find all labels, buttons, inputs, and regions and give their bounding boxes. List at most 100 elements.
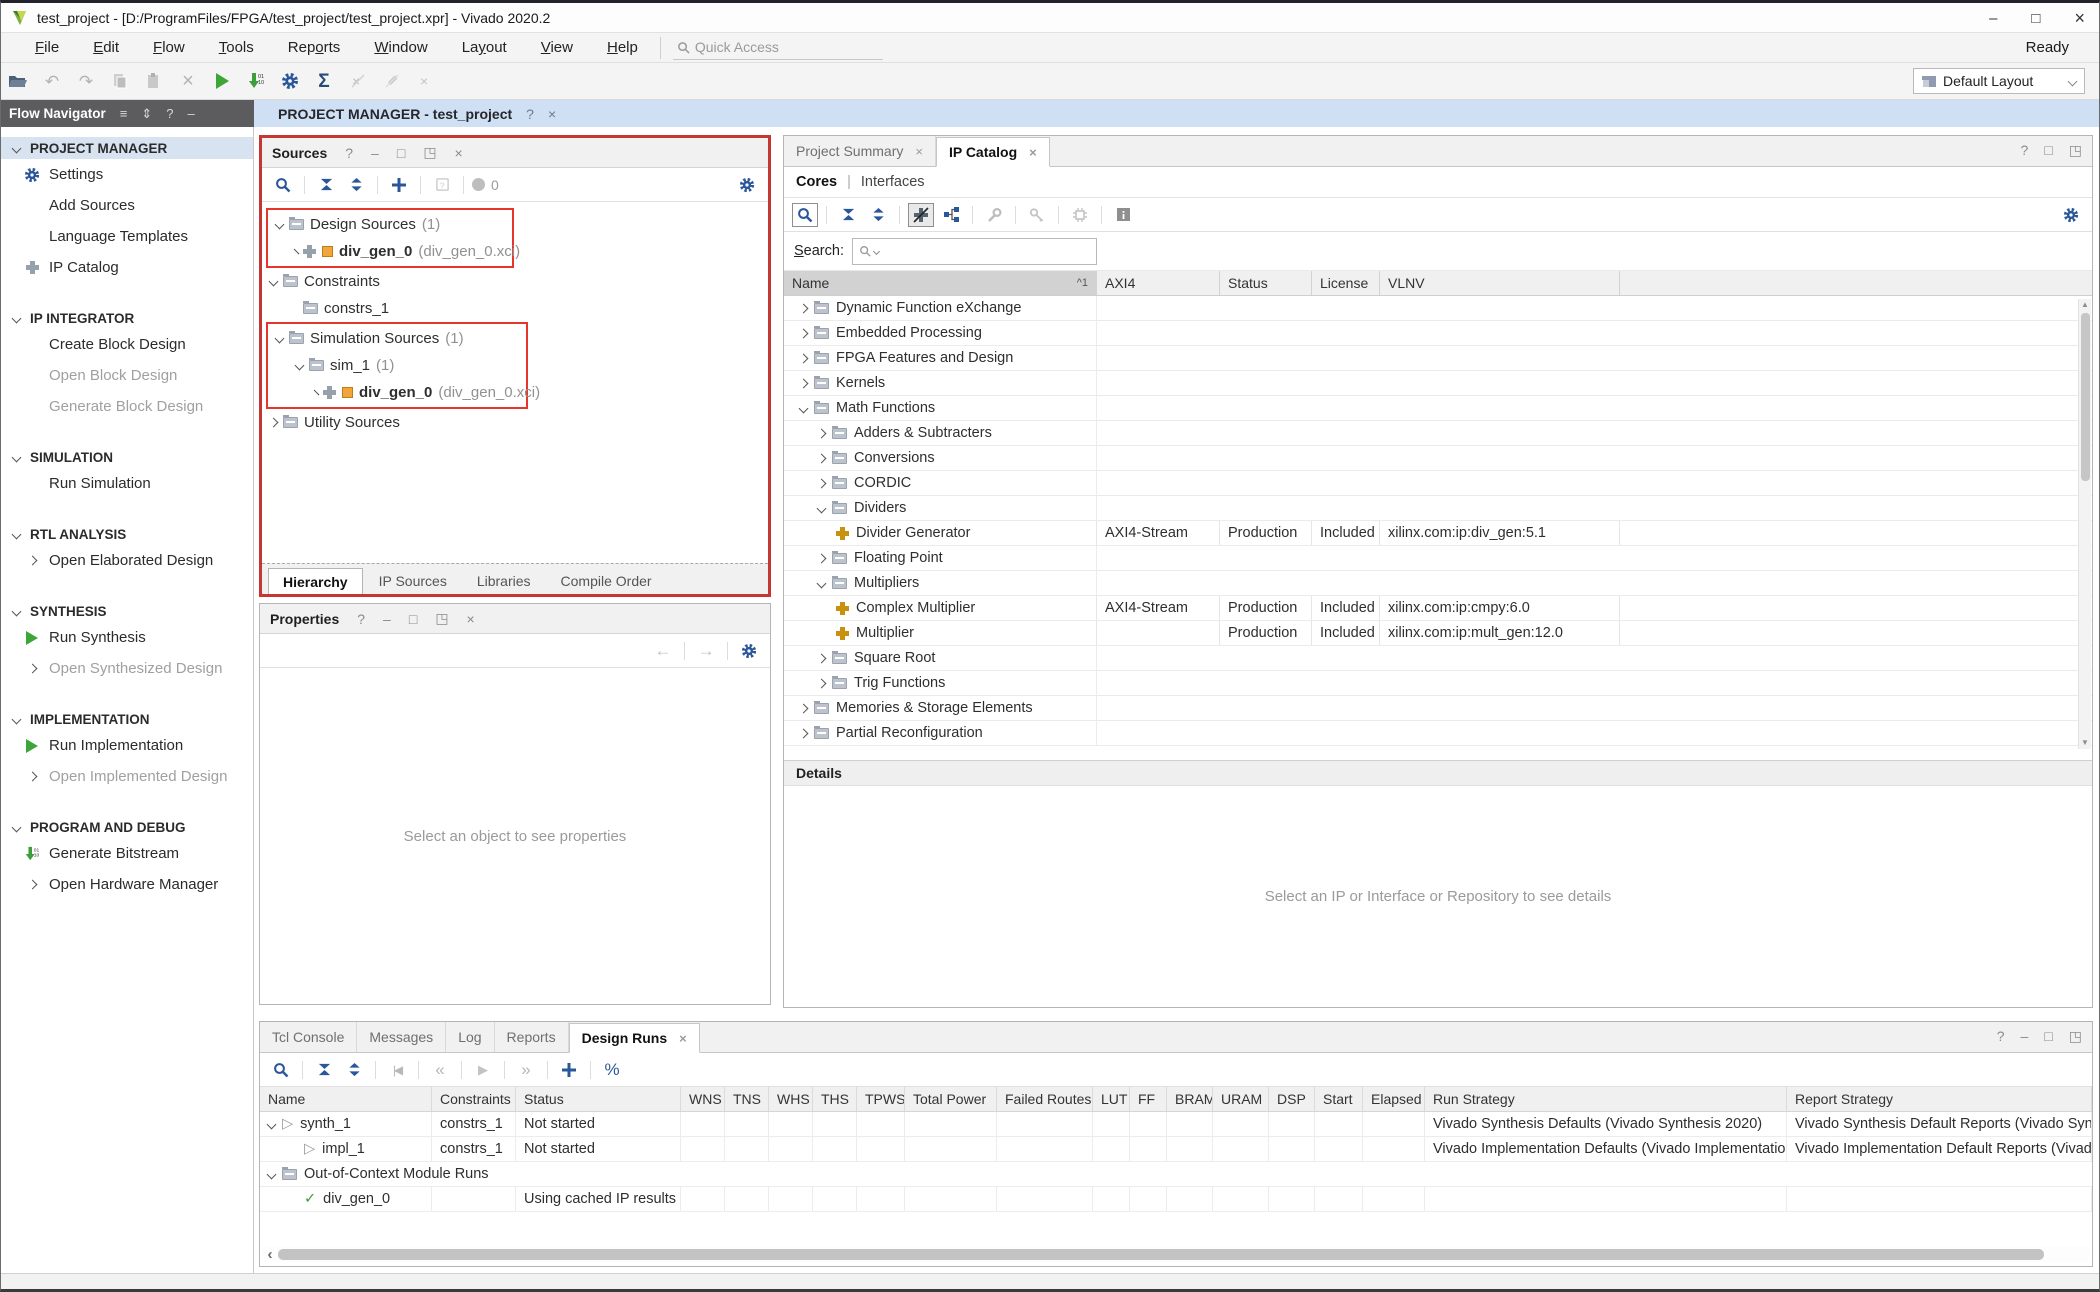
column-header-total-power[interactable]: Total Power bbox=[905, 1087, 997, 1111]
settings-gear-icon[interactable] bbox=[273, 67, 307, 95]
ip-row-multiplier[interactable]: MultiplierProductionIncludedxilinx.com:i… bbox=[784, 621, 2092, 646]
tab-tcl-console[interactable]: Tcl Console bbox=[260, 1022, 357, 1052]
float-icon[interactable]: ◳ bbox=[2069, 142, 2082, 159]
source-tree-item-sim_1[interactable]: sim_1(1) bbox=[268, 352, 526, 379]
create-run-plus-icon[interactable] bbox=[556, 1058, 582, 1082]
ip-row-embedded-processing[interactable]: Embedded Processing bbox=[784, 321, 2092, 346]
horizontal-scrollbar[interactable]: ‹ bbox=[262, 1247, 2090, 1262]
ip-row-divider-generator[interactable]: Divider GeneratorAXI4-StreamProductionIn… bbox=[784, 521, 2092, 546]
menu-item-window[interactable]: Window bbox=[374, 39, 427, 56]
sidebar-item-run-implementation[interactable]: Run Implementation bbox=[1, 730, 253, 761]
add-sources-icon[interactable] bbox=[386, 173, 412, 197]
sidebar-item-language-templates[interactable]: Language Templates bbox=[1, 221, 253, 252]
column-header-license[interactable]: License bbox=[1312, 271, 1380, 295]
redo-icon[interactable]: ↷ bbox=[69, 67, 103, 95]
minimize-panel-icon[interactable]: – bbox=[383, 611, 391, 627]
run-row-impl_1[interactable]: ▷impl_1constrs_1Not startedVivado Implem… bbox=[260, 1137, 2092, 1162]
layout-selector[interactable]: Default Layout bbox=[1913, 68, 2085, 94]
column-header-ths[interactable]: THS bbox=[813, 1087, 857, 1111]
minimize-panel-icon[interactable]: – bbox=[371, 145, 379, 161]
ip-row-math-functions[interactable]: Math Functions bbox=[784, 396, 2092, 421]
column-header-whs[interactable]: WHS bbox=[769, 1087, 813, 1111]
settings-gear-icon[interactable] bbox=[2058, 203, 2084, 227]
chevron-right-icon[interactable] bbox=[799, 353, 809, 363]
ip-row-kernels[interactable]: Kernels bbox=[784, 371, 2092, 396]
delete-icon[interactable]: × bbox=[171, 67, 205, 95]
sidebar-item-open-elaborated-design[interactable]: Open Elaborated Design bbox=[1, 545, 253, 576]
chevron-right-icon[interactable] bbox=[799, 703, 809, 713]
scrollbar-thumb[interactable] bbox=[278, 1249, 2044, 1260]
chevron-right-icon[interactable] bbox=[817, 678, 827, 688]
maximize-icon[interactable]: □ bbox=[2044, 1028, 2052, 1045]
scroll-left-icon[interactable]: ‹ bbox=[262, 1246, 278, 1263]
resume-icon[interactable]: ▶ bbox=[470, 1058, 496, 1082]
column-header-elapsed[interactable]: Elapsed bbox=[1363, 1087, 1425, 1111]
sidebar-item-add-sources[interactable]: Add Sources bbox=[1, 190, 253, 221]
menu-item-flow[interactable]: Flow bbox=[153, 39, 185, 56]
settings-gear-icon[interactable] bbox=[736, 639, 762, 663]
chevron-right-icon[interactable] bbox=[269, 418, 279, 428]
tab-ip-sources[interactable]: IP Sources bbox=[365, 568, 461, 594]
sidebar-item-settings[interactable]: Settings bbox=[1, 159, 253, 190]
column-header-axi4[interactable]: AXI4 bbox=[1097, 271, 1220, 295]
menu-item-reports[interactable]: Reports bbox=[288, 39, 341, 56]
chevron-down-icon[interactable] bbox=[799, 403, 809, 413]
chevron-down-icon[interactable] bbox=[12, 313, 22, 323]
chevron-down-icon[interactable] bbox=[817, 578, 827, 588]
sidebar-section-program-and-debug[interactable]: PROGRAM AND DEBUG bbox=[1, 816, 253, 838]
tab-hierarchy[interactable]: Hierarchy bbox=[268, 568, 363, 594]
collapse-all-icon[interactable] bbox=[835, 203, 861, 227]
back-arrow-icon[interactable]: ← bbox=[650, 639, 676, 663]
generate-bitstream-icon[interactable]: 0110 bbox=[239, 67, 273, 95]
report-sigma-icon[interactable]: Σ bbox=[307, 67, 341, 95]
column-header-dsp[interactable]: DSP bbox=[1269, 1087, 1315, 1111]
ip-row-partial-reconfiguration[interactable]: Partial Reconfiguration bbox=[784, 721, 2092, 746]
ip-row-square-root[interactable]: Square Root bbox=[784, 646, 2092, 671]
chevron-right-icon[interactable] bbox=[817, 478, 827, 488]
sidebar-item-open-hardware-manager[interactable]: Open Hardware Manager bbox=[1, 869, 253, 900]
sidebar-section-simulation[interactable]: SIMULATION bbox=[1, 446, 253, 468]
percent-icon[interactable]: % bbox=[599, 1058, 625, 1082]
run-row-synth_1[interactable]: ▷synth_1constrs_1Not startedVivado Synth… bbox=[260, 1112, 2092, 1137]
help-icon[interactable]: ? bbox=[345, 145, 353, 161]
chevron-down-icon[interactable] bbox=[269, 277, 279, 287]
chevron-down-icon[interactable] bbox=[12, 822, 22, 832]
sidebar-section-implementation[interactable]: IMPLEMENTATION bbox=[1, 708, 253, 730]
chevron-right-icon[interactable] bbox=[27, 556, 37, 566]
open-file-icon[interactable] bbox=[1, 67, 35, 95]
column-header-name[interactable]: Name bbox=[260, 1087, 432, 1111]
ip-row-memories-&-storage-elements[interactable]: Memories & Storage Elements bbox=[784, 696, 2092, 721]
column-header-tpws[interactable]: TPWS bbox=[857, 1087, 905, 1111]
tab-reports[interactable]: Reports bbox=[495, 1022, 569, 1052]
sidebar-item-generate-block-design[interactable]: Generate Block Design bbox=[1, 391, 253, 422]
license-key-icon[interactable] bbox=[1024, 203, 1050, 227]
column-header-tns[interactable]: TNS bbox=[725, 1087, 769, 1111]
chevron-down-icon[interactable] bbox=[12, 529, 22, 539]
chevron-down-icon[interactable] bbox=[817, 503, 827, 513]
chevron-right-icon[interactable] bbox=[799, 728, 809, 738]
tab-compile-order[interactable]: Compile Order bbox=[547, 568, 666, 594]
sidebar-item-ip-catalog[interactable]: IP Catalog bbox=[1, 252, 253, 283]
scroll-down-icon[interactable]: ▼ bbox=[2081, 737, 2089, 749]
sidebar-item-run-synthesis[interactable]: Run Synthesis bbox=[1, 622, 253, 653]
minimize-panel-icon[interactable]: – bbox=[188, 106, 195, 121]
sidebar-section-project-manager[interactable]: PROJECT MANAGER bbox=[1, 137, 253, 159]
tab-libraries[interactable]: Libraries bbox=[463, 568, 545, 594]
float-panel-icon[interactable]: ◳ bbox=[423, 144, 436, 161]
settings-gear-icon[interactable] bbox=[734, 173, 760, 197]
expand-all-icon[interactable] bbox=[865, 203, 891, 227]
close-icon[interactable]: × bbox=[915, 144, 923, 159]
float-panel-icon[interactable]: ◳ bbox=[435, 610, 448, 627]
source-tree-item-Design Sources[interactable]: Design Sources(1) bbox=[268, 211, 512, 238]
chevron-down-icon[interactable] bbox=[12, 606, 22, 616]
column-header-constraints[interactable]: Constraints bbox=[432, 1087, 516, 1111]
chevron-right-icon[interactable] bbox=[27, 664, 37, 674]
chevron-right-icon[interactable] bbox=[27, 880, 37, 890]
column-header-wns[interactable]: WNS bbox=[681, 1087, 725, 1111]
column-header-status[interactable]: Status bbox=[516, 1087, 681, 1111]
chevron-down-icon[interactable] bbox=[267, 1169, 277, 1179]
ip-row-dividers[interactable]: Dividers bbox=[784, 496, 2092, 521]
run-icon[interactable] bbox=[205, 67, 239, 95]
sidebar-item-run-simulation[interactable]: Run Simulation bbox=[1, 468, 253, 499]
source-tree-item-div_gen_0[interactable]: div_gen_0(div_gen_0.xci) bbox=[268, 379, 526, 406]
